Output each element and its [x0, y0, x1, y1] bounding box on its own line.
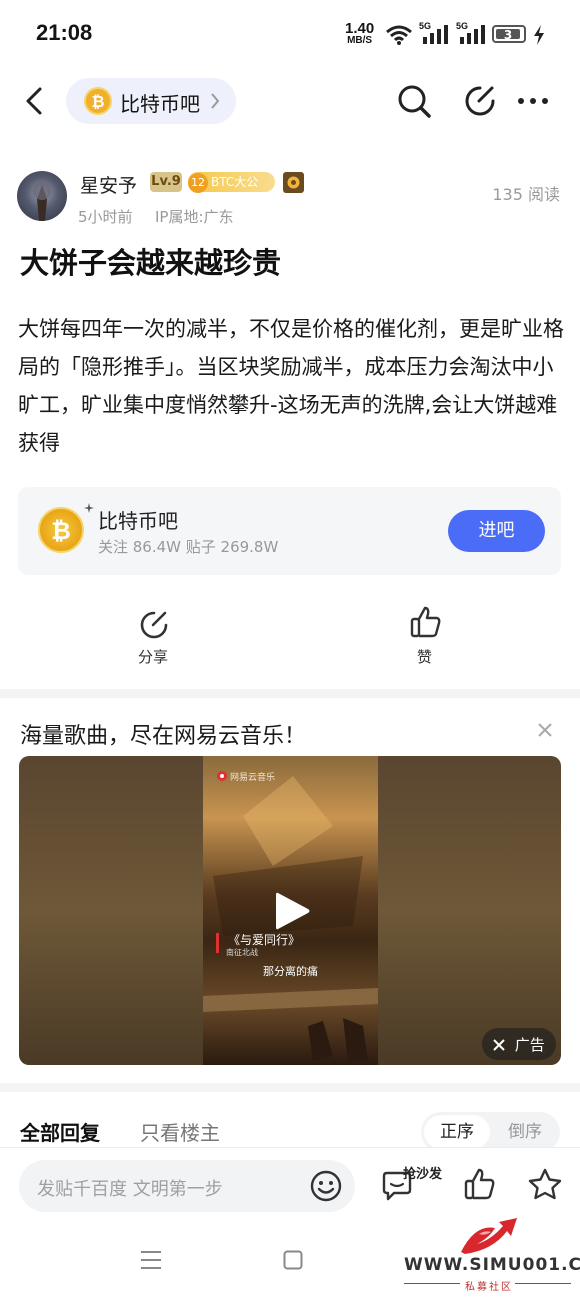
- ad-close-icon: [492, 1038, 506, 1052]
- play-icon[interactable]: [272, 890, 312, 932]
- avatar[interactable]: [17, 171, 67, 221]
- menu-nav-icon[interactable]: [140, 1250, 162, 1270]
- sort-ascending[interactable]: 正序: [424, 1115, 490, 1149]
- forum-pill-name[interactable]: 比特币吧: [120, 88, 200, 117]
- post-title: 大饼子会越来越珍贵: [20, 246, 282, 280]
- btc-rank-badge: 12 BTC大公: [188, 172, 275, 193]
- network-speed-unit: MB/S: [347, 35, 373, 46]
- ip-location: IP属地:广东: [155, 208, 234, 226]
- post-time: 5小时前: [78, 208, 133, 226]
- video-artist: 南征北战: [226, 948, 258, 957]
- reply-placeholder[interactable]: 发贴千百度 文明第一步: [37, 1175, 223, 1201]
- share-icon[interactable]: [138, 609, 170, 641]
- bottom-like-icon[interactable]: [463, 1167, 497, 1201]
- enter-forum-button[interactable]: 进吧: [448, 510, 545, 552]
- signal-icon-2: [458, 24, 486, 44]
- btc-rank-number: 12: [188, 173, 208, 193]
- battery-level: 3: [496, 29, 520, 41]
- watermark-logo-icon: [455, 1214, 521, 1256]
- edit-icon[interactable]: [463, 84, 497, 118]
- author-name[interactable]: 星安予: [80, 171, 137, 198]
- tab-all-replies[interactable]: 全部回复: [20, 1117, 100, 1146]
- level-badge: Lv.9: [150, 172, 182, 192]
- close-icon[interactable]: [537, 722, 553, 738]
- btc-rank-label: BTC大公: [211, 175, 259, 189]
- sort-descending[interactable]: 倒序: [492, 1115, 558, 1149]
- ad-title[interactable]: 海量歌曲，尽在网易云音乐！: [20, 718, 306, 750]
- watermark-line-right: [515, 1283, 571, 1284]
- svg-text:₿: ₿: [91, 92, 104, 111]
- video-song-title: 《与爱同行》: [228, 933, 301, 947]
- svg-text:₿: ₿: [51, 517, 71, 545]
- sofa-label[interactable]: 抢沙发: [403, 1163, 442, 1182]
- forum-card-name: 比特币吧: [98, 509, 178, 533]
- watermark-subtitle: 私募社区: [465, 1282, 513, 1293]
- tab-op-only[interactable]: 只看楼主: [140, 1117, 220, 1146]
- watermark-line-left: [404, 1283, 460, 1284]
- bottom-bar-border: [0, 1147, 580, 1148]
- network-speed-value: 1.40: [345, 20, 375, 37]
- thumbs-up-icon[interactable]: [409, 605, 443, 639]
- post-body: 大饼每四年一次的减半，不仅是价格的催化剂，更是旷业格局的「隐形推手」。当区块奖励…: [18, 317, 564, 455]
- signal-icon: [421, 24, 449, 44]
- status-time: 21:08: [36, 20, 93, 45]
- charging-icon: [532, 25, 546, 45]
- forum-card-stats: 关注 86.4W 贴子 269.8W: [98, 538, 279, 556]
- search-icon[interactable]: [396, 83, 432, 119]
- song-accent-bar: [216, 933, 219, 953]
- like-button[interactable]: 赞: [417, 646, 432, 667]
- wifi-icon: [385, 24, 413, 46]
- more-icon[interactable]: [517, 97, 549, 105]
- section-divider-2: [0, 1083, 580, 1092]
- video-lyric: 那分离的痛: [263, 965, 318, 978]
- emoji-icon[interactable]: [309, 1169, 343, 1203]
- battery-icon: 3: [492, 25, 526, 43]
- view-count: 135 阅读: [492, 185, 560, 204]
- ad-label: 广告: [514, 1035, 545, 1054]
- star-icon[interactable]: [527, 1167, 563, 1201]
- network-speed: 1.40 MB/S: [345, 20, 375, 46]
- gear-badge-icon: [283, 172, 304, 193]
- section-divider: [0, 689, 580, 698]
- watermark-url: WWW.SIMU001.CN: [404, 1255, 580, 1275]
- chevron-right-icon: [209, 92, 221, 110]
- forum-bitcoin-icon: ₿: [38, 507, 84, 553]
- home-nav-icon[interactable]: [283, 1250, 303, 1270]
- sparkle-icon: [84, 503, 94, 513]
- share-button[interactable]: 分享: [138, 646, 168, 667]
- video-brand: 网易云音乐: [230, 773, 276, 783]
- back-icon[interactable]: [22, 86, 46, 116]
- bitcoin-icon: ₿: [84, 87, 112, 115]
- ad-badge[interactable]: 广告: [482, 1028, 556, 1060]
- netease-logo-icon: [217, 771, 227, 781]
